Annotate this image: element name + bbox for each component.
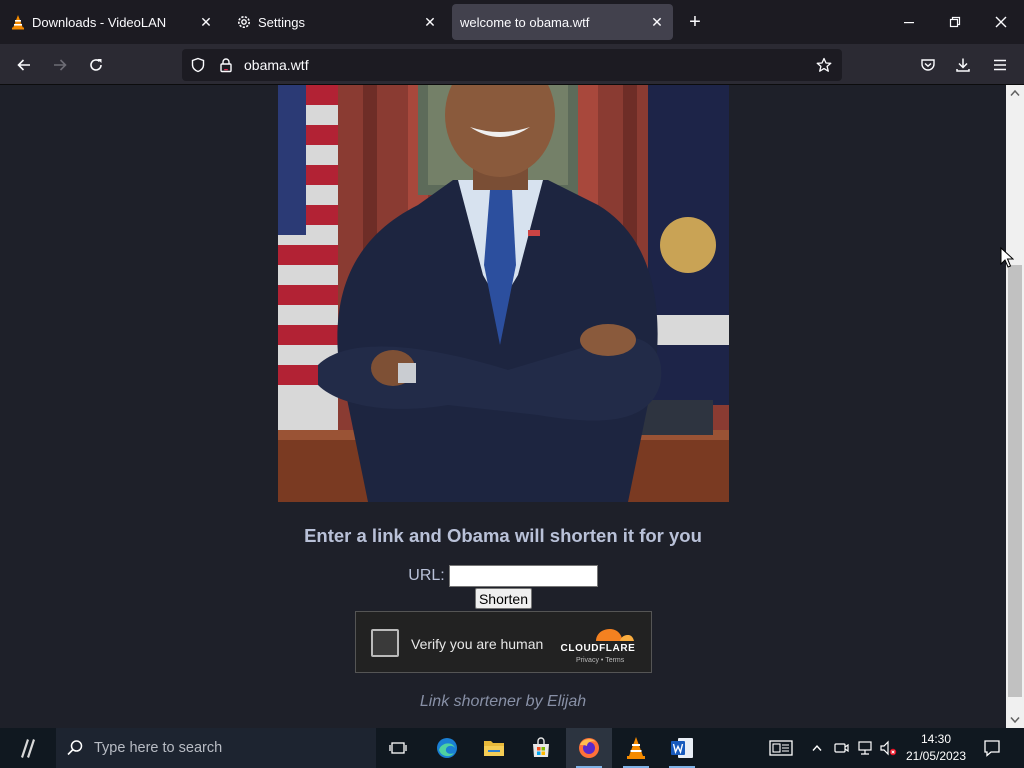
captcha-links: Privacy • Terms [576, 657, 624, 664]
clock-date: 21/05/2023 [905, 749, 967, 763]
start-button[interactable] [0, 728, 56, 768]
close-tab-icon[interactable]: ✕ [649, 14, 665, 30]
scroll-down-arrow-icon[interactable] [1006, 712, 1024, 728]
new-tab-button[interactable]: + [684, 11, 706, 33]
cloudflare-cloud-icon [596, 629, 634, 641]
vlc-icon[interactable] [613, 728, 659, 768]
tab-label: welcome to obama.wtf [460, 14, 590, 30]
privacy-link[interactable]: Privacy [576, 657, 599, 664]
gear-icon [236, 14, 252, 30]
url-input[interactable] [448, 565, 598, 587]
tab-settings[interactable]: Settings ✕ [222, 4, 446, 40]
headline: Enter a link and Obama will shorten it f… [304, 525, 702, 546]
word-icon[interactable] [659, 728, 705, 768]
tab-bar: Downloads - VideoLAN ✕ Settings ✕ welcom… [0, 0, 1024, 44]
cloudflare-wordmark: CLOUDFLARE [560, 643, 636, 654]
mouse-cursor-icon [1000, 246, 1015, 274]
notifications-icon[interactable] [978, 728, 1006, 768]
search-icon [66, 739, 84, 762]
tab-label: Settings [258, 14, 305, 30]
file-explorer-icon[interactable] [471, 728, 517, 768]
downloads-icon[interactable] [950, 52, 976, 78]
tab-label: Downloads - VideoLAN [32, 14, 167, 30]
close-tab-icon[interactable]: ✕ [198, 14, 214, 30]
task-view-icon[interactable] [375, 728, 421, 768]
network-icon[interactable] [854, 728, 876, 768]
scrollbar-thumb[interactable] [1008, 265, 1022, 697]
menu-hamburger-icon[interactable] [987, 52, 1013, 78]
minimize-button[interactable] [886, 0, 932, 44]
vertical-scrollbar[interactable] [1006, 85, 1024, 728]
shorten-button[interactable]: Shorten [475, 588, 532, 609]
pocket-icon[interactable] [915, 52, 941, 78]
url-label: URL: [408, 567, 445, 584]
cloudflare-logo: CLOUDFLARE Privacy • Terms [558, 621, 638, 665]
tab-downloads-videolan[interactable]: Downloads - VideoLAN ✕ [0, 4, 222, 40]
windows-taskbar: Type here to search 14:30 21/05/2023 [0, 728, 1024, 768]
edge-browser-icon[interactable] [424, 728, 470, 768]
navigation-toolbar: obama.wtf [0, 44, 1024, 85]
vlc-cone-icon [10, 14, 26, 30]
verify-checkbox[interactable] [371, 629, 399, 657]
system-clock[interactable]: 14:30 21/05/2023 [900, 731, 972, 765]
cloudflare-captcha-widget: Verify you are human CLOUDFLARE Privacy … [355, 611, 652, 673]
close-tab-icon[interactable]: ✕ [422, 14, 438, 30]
forward-button[interactable] [47, 52, 73, 78]
taskbar-search-box[interactable]: Type here to search [56, 728, 376, 768]
volume-muted-icon[interactable] [877, 728, 899, 768]
meet-now-icon[interactable] [830, 728, 852, 768]
bookmark-star-icon[interactable] [816, 57, 832, 78]
tray-expand-chevron-icon[interactable] [808, 728, 826, 768]
back-button[interactable] [11, 52, 37, 78]
link-separator: • [600, 657, 604, 664]
lock-icon[interactable] [218, 57, 234, 78]
obama-portrait-image [278, 85, 729, 502]
news-widget-icon[interactable] [764, 728, 798, 768]
close-window-button[interactable] [978, 0, 1024, 44]
footer-credit: Link shortener by Elijah [419, 693, 587, 710]
url-text: obama.wtf [244, 57, 309, 73]
captcha-label: Verify you are human [411, 636, 544, 652]
shield-icon[interactable] [190, 57, 206, 78]
tab-obama-wtf[interactable]: welcome to obama.wtf ✕ [452, 4, 673, 40]
start-icon [21, 739, 35, 758]
microsoft-store-icon[interactable] [518, 728, 564, 768]
clock-time: 14:30 [920, 732, 952, 746]
scroll-up-arrow-icon[interactable] [1006, 85, 1024, 101]
restore-button[interactable] [932, 0, 978, 44]
terms-link[interactable]: Terms [605, 657, 624, 664]
search-placeholder: Type here to search [94, 740, 223, 756]
reload-button[interactable] [83, 52, 109, 78]
address-bar[interactable]: obama.wtf [182, 49, 842, 81]
firefox-icon[interactable] [566, 728, 612, 768]
url-form-row: URL: [0, 565, 1006, 587]
page-content: Enter a link and Obama will shorten it f… [0, 85, 1006, 728]
